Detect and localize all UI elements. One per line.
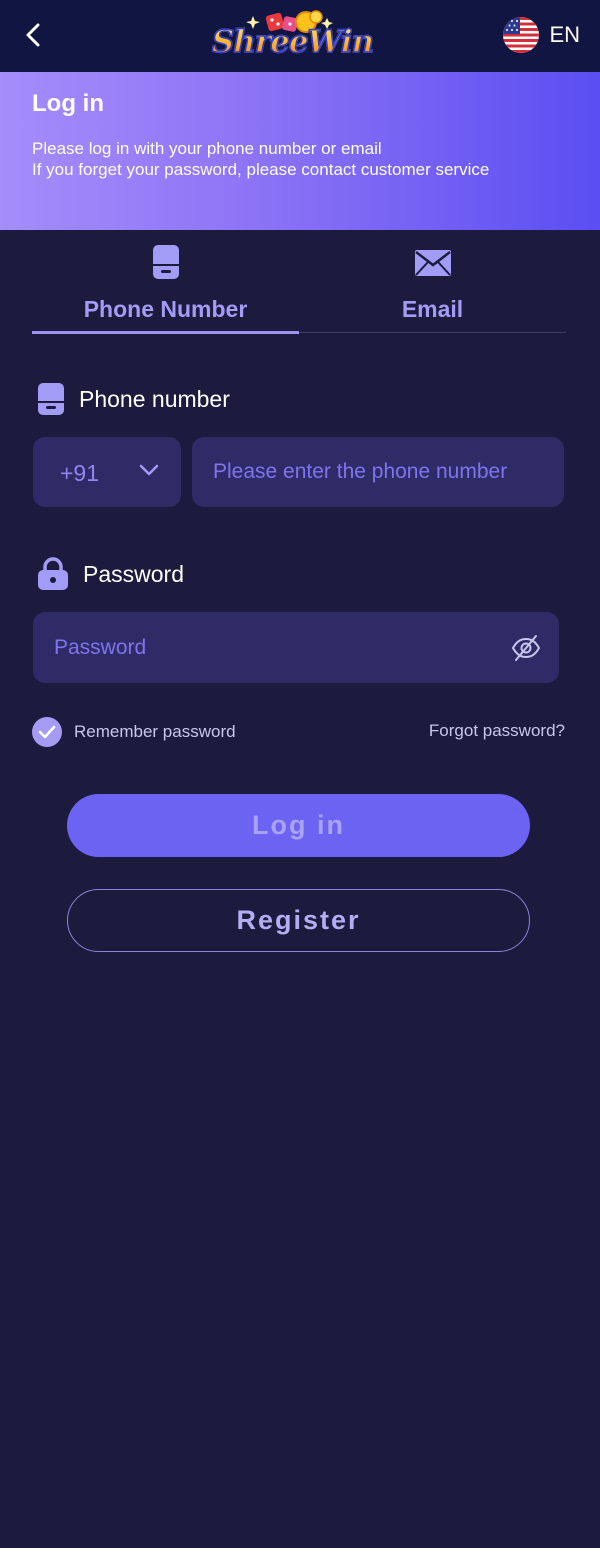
chevron-down-icon: [139, 464, 159, 476]
banner-instruction-2: If you forget your password, please cont…: [32, 160, 490, 179]
us-flag-icon: [503, 17, 540, 53]
language-label: EN: [549, 22, 580, 47]
password-label: Password: [37, 557, 184, 591]
phone-number-label-text: Phone number: [79, 385, 230, 412]
phone-number-field: [192, 437, 564, 507]
remember-password-label: Remember password: [74, 722, 236, 741]
phone-icon: [38, 383, 64, 415]
back-button[interactable]: [18, 20, 48, 50]
register-button[interactable]: Register: [67, 889, 530, 952]
tab-phone-number-label: Phone Number: [83, 296, 248, 322]
login-method-tabs: Phone Number Email: [32, 240, 566, 335]
language-selector[interactable]: EN: [503, 16, 580, 54]
active-tab-indicator: [32, 331, 299, 334]
banner-instruction-1: Please log in with your phone number or …: [32, 139, 382, 158]
eye-slash-icon: [511, 635, 541, 661]
logo-text: ShreeWin: [211, 23, 375, 61]
phone-number-input[interactable]: [192, 437, 564, 507]
logo: ShreeWin: [205, 8, 380, 64]
checkbox-checked: [32, 717, 62, 747]
check-icon: [38, 725, 56, 739]
password-input[interactable]: [33, 612, 559, 683]
forgot-password-link[interactable]: Forgot password?: [429, 721, 565, 741]
password-label-text: Password: [83, 560, 184, 587]
login-banner: Log in Please log in with your phone num…: [0, 72, 600, 230]
toggle-password-visibility-button[interactable]: [511, 633, 541, 663]
tab-phone-number[interactable]: Phone Number: [32, 240, 299, 335]
password-field: [33, 612, 559, 683]
phone-number-label: Phone number: [37, 382, 230, 416]
top-bar: ShreeWin EN: [0, 0, 600, 72]
login-button[interactable]: Log in: [67, 794, 530, 857]
lock-icon: [38, 557, 68, 590]
country-code-select[interactable]: +91: [33, 437, 181, 507]
country-code-value: +91: [60, 460, 100, 486]
remember-password-checkbox[interactable]: Remember password: [32, 717, 236, 747]
email-icon: [414, 250, 451, 276]
chevron-left-icon: [26, 23, 40, 47]
phone-icon: [152, 245, 179, 279]
tab-email-label: Email: [401, 296, 464, 322]
tab-email[interactable]: Email: [299, 240, 566, 335]
page-title: Log in: [32, 90, 104, 117]
